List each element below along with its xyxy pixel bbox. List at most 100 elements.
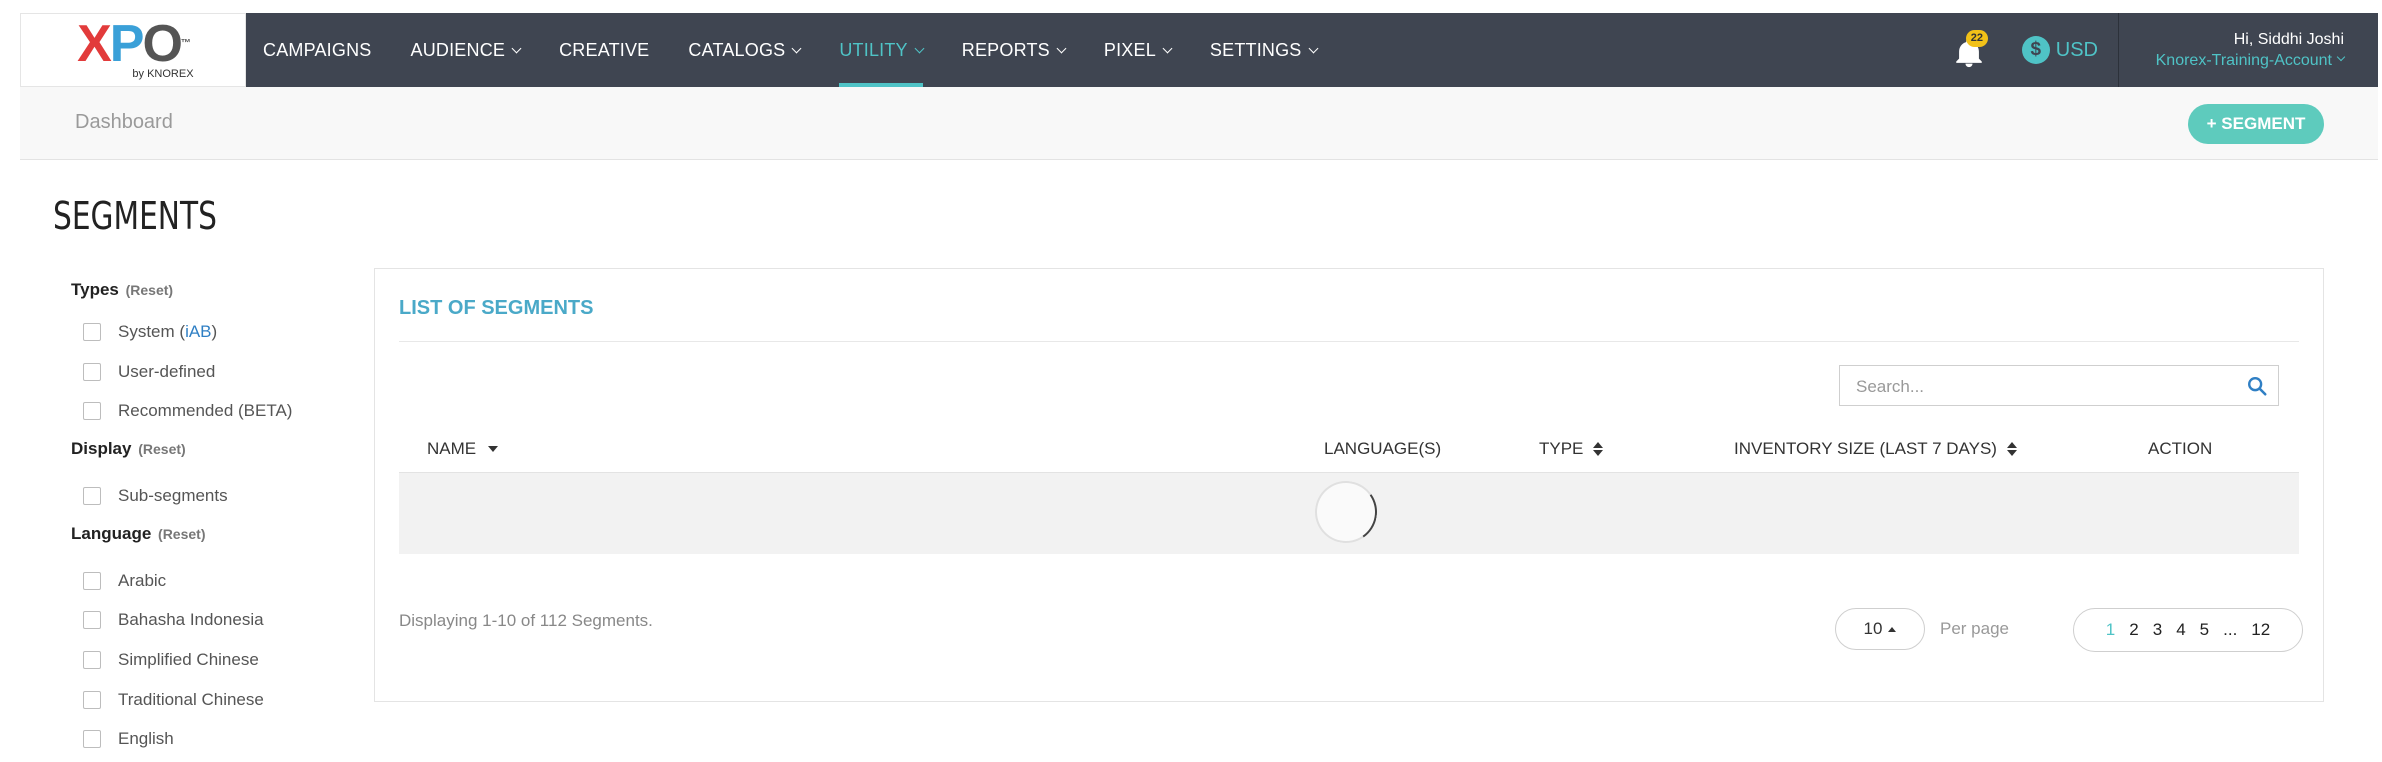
filter-option-simplified-chinese[interactable]: Simplified Chinese: [83, 640, 341, 680]
pagination: 1 2 3 4 5 ... 12: [2073, 608, 2303, 652]
filter-display-heading: Display (Reset): [71, 431, 341, 476]
checkbox[interactable]: [83, 486, 101, 505]
column-name-header[interactable]: NAME: [427, 439, 499, 459]
nav-label: CAMPAIGNS: [263, 39, 372, 60]
nav-settings[interactable]: SETTINGS: [1210, 13, 1337, 87]
sort-desc-icon: [488, 446, 499, 452]
filter-option-bahasha-indonesia[interactable]: Bahasha Indonesia: [83, 600, 341, 640]
filter-option-user-defined[interactable]: User-defined: [83, 352, 341, 392]
iab-link[interactable]: iAB: [185, 322, 211, 341]
page-1[interactable]: 1: [2106, 620, 2115, 640]
header-right: 22 $ USD Hi, Siddhi Joshi Knorex-Trainin…: [1952, 13, 2378, 87]
checkbox[interactable]: [83, 322, 101, 341]
option-label: System (iAB): [118, 322, 217, 342]
checkbox[interactable]: [83, 571, 101, 590]
checkbox[interactable]: [83, 730, 101, 749]
filter-option-system[interactable]: System (iAB): [83, 312, 341, 352]
page-12[interactable]: 12: [2251, 620, 2270, 640]
column-inventory-header[interactable]: INVENTORY SIZE (LAST 7 DAYS): [1734, 439, 2017, 459]
checkbox[interactable]: [83, 402, 101, 421]
sub-header: Dashboard + SEGMENT: [20, 87, 2378, 160]
page-title: SEGMENTS: [53, 194, 217, 238]
filter-title: Language: [71, 523, 152, 543]
option-label: Traditional Chinese: [118, 689, 264, 709]
filter-language-heading: Language (Reset): [71, 516, 341, 561]
checkbox[interactable]: [83, 611, 101, 630]
nav-campaigns[interactable]: CAMPAIGNS: [263, 13, 391, 87]
user-menu[interactable]: Hi, Siddhi Joshi Knorex-Training-Account: [2118, 13, 2378, 87]
nav-label: SETTINGS: [1209, 39, 1302, 60]
nav-label: UTILITY: [839, 39, 908, 60]
pagination-status: Displaying 1-10 of 112 Segments.: [399, 611, 653, 630]
column-label: ACTION: [2148, 439, 2213, 458]
logo-wordmark: XPO™: [77, 15, 191, 73]
chevron-down-icon: [2336, 53, 2346, 62]
filter-title: Types: [71, 280, 119, 299]
breadcrumb[interactable]: Dashboard: [75, 111, 173, 134]
reset-language-link[interactable]: (Reset): [158, 526, 205, 542]
option-label: Simplified Chinese: [118, 649, 259, 669]
option-text: System (: [118, 321, 186, 341]
segments-list-card: LIST OF SEGMENTS Search... NAME LANGUAGE…: [374, 268, 2324, 702]
column-action-header: ACTION: [2148, 439, 2212, 459]
nav-reports[interactable]: REPORTS: [962, 13, 1085, 87]
filter-option-traditional-chinese[interactable]: Traditional Chinese: [83, 680, 341, 720]
top-navbar: XPO™ by KNOREX CAMPAIGNS AUDIENCE CREATI…: [20, 13, 2378, 87]
xpo-logo[interactable]: XPO™ by KNOREX: [20, 13, 246, 87]
per-page-select[interactable]: 10: [1835, 608, 1925, 650]
filter-option-recommended[interactable]: Recommended (BETA): [83, 391, 341, 431]
page-2[interactable]: 2: [2129, 620, 2138, 640]
divider: [399, 341, 2299, 342]
column-languages-header: LANGUAGE(S): [1324, 439, 1441, 459]
filter-types-heading: Types (Reset): [71, 280, 341, 312]
dollar-icon: $: [2021, 36, 2050, 64]
reset-display-link[interactable]: (Reset): [138, 441, 185, 457]
page-3[interactable]: 3: [2153, 620, 2162, 640]
per-page-value: 10: [1863, 619, 1883, 638]
nav-catalogs[interactable]: CATALOGS: [688, 13, 820, 87]
nav-pixel[interactable]: PIXEL: [1104, 13, 1191, 87]
nav-audience[interactable]: AUDIENCE: [410, 13, 540, 87]
checkbox[interactable]: [83, 690, 101, 709]
filter-option-arabic[interactable]: Arabic: [83, 561, 341, 601]
checkbox[interactable]: [83, 650, 101, 669]
search-input[interactable]: Search...: [1839, 365, 2279, 406]
notifications-button[interactable]: 22: [1952, 30, 1992, 70]
checkbox[interactable]: [83, 362, 101, 381]
notification-count-badge: 22: [1965, 30, 1989, 47]
user-greeting: Hi, Siddhi Joshi: [2233, 30, 2344, 48]
sort-icon: [1593, 442, 1604, 456]
search-icon[interactable]: [2246, 375, 2268, 397]
column-type-header[interactable]: TYPE: [1539, 439, 1604, 459]
nav-label: AUDIENCE: [410, 39, 506, 60]
search-placeholder: Search...: [1856, 377, 1925, 396]
nav-label: REPORTS: [961, 39, 1050, 60]
column-label: LANGUAGE(S): [1324, 439, 1442, 458]
currency-indicator[interactable]: $ USD: [2021, 36, 2098, 64]
option-label: English: [118, 729, 174, 749]
account-switcher[interactable]: Knorex-Training-Account: [2156, 52, 2346, 70]
option-label: User-defined: [118, 361, 216, 381]
option-label: Sub-segments: [118, 485, 228, 505]
add-segment-button[interactable]: + SEGMENT: [2188, 104, 2324, 144]
column-label: INVENTORY SIZE (LAST 7 DAYS): [1734, 439, 1997, 458]
nav-utility[interactable]: UTILITY: [839, 13, 942, 87]
reset-types-link[interactable]: (Reset): [126, 282, 173, 298]
column-label: NAME: [427, 439, 477, 458]
per-page-label: Per page: [1940, 619, 2009, 638]
filter-sidebar: Types (Reset) System (iAB) User-defined …: [71, 280, 341, 759]
option-label: Recommended (BETA): [118, 401, 293, 421]
nav-label: CATALOGS: [688, 39, 786, 60]
caret-up-icon: [1888, 626, 1897, 632]
chevron-down-icon: [1056, 43, 1067, 53]
page-5[interactable]: 5: [2200, 620, 2209, 640]
filter-option-english[interactable]: English: [83, 720, 341, 760]
filter-title: Display: [71, 439, 132, 459]
page-4[interactable]: 4: [2176, 620, 2185, 640]
option-label: Arabic: [118, 570, 167, 590]
option-text-suffix: ): [211, 321, 218, 341]
nav-creative[interactable]: CREATIVE: [559, 13, 669, 87]
page-ellipsis: ...: [2223, 620, 2238, 639]
table-header: NAME LANGUAGE(S) TYPE INVENTORY SIZE (LA…: [399, 439, 2299, 471]
filter-option-sub-segments[interactable]: Sub-segments: [83, 476, 341, 516]
